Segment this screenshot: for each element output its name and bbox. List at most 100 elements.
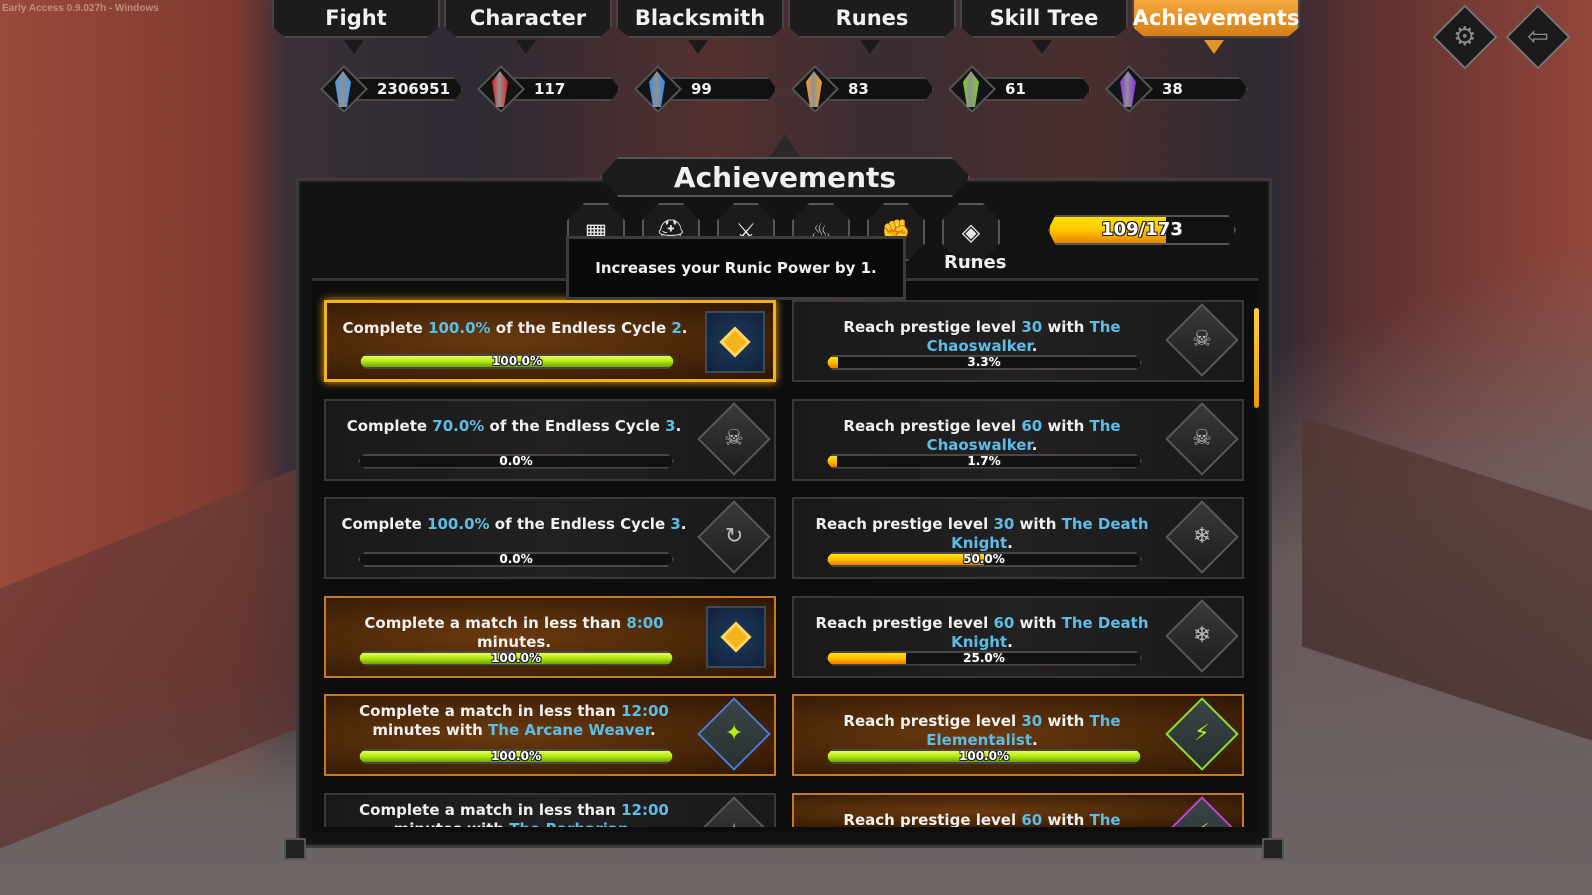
description-text: .	[680, 515, 687, 533]
tab-blacksmith[interactable]: Blacksmith	[616, 0, 784, 38]
tab-character[interactable]: Character	[444, 0, 612, 38]
highlight-text: 100.0%	[427, 515, 490, 533]
title-spike	[768, 134, 802, 160]
achievement-card[interactable]: Reach prestige level 30 with The Chaoswa…	[792, 300, 1244, 382]
description-text: .	[675, 416, 682, 435]
achievement-card[interactable]: Complete a match in less than 8:00 minut…	[324, 595, 776, 678]
currency-red-gem: 117	[476, 64, 625, 114]
highlight-text: 3	[670, 515, 681, 533]
reward-badge: ✶	[697, 795, 771, 827]
description-text: minutes with	[372, 721, 489, 739]
reward-badge: ⚡	[1165, 795, 1239, 827]
progress-text: 3.3%	[967, 355, 1001, 369]
panel-corner	[284, 838, 306, 860]
description-text: with	[1042, 712, 1090, 730]
reward-badge: ❄	[1165, 598, 1239, 673]
panel-title: Achievements	[600, 157, 970, 197]
achievement-card[interactable]: Reach prestige level 60 with The Element…	[792, 792, 1244, 827]
achievement-progress-bar: 0.0%	[358, 552, 674, 567]
tooltip: Increases your Runic Power by 1.	[566, 236, 906, 300]
achievement-progress-bar: 3.3%	[826, 355, 1142, 370]
category-runes-label: Runes	[944, 252, 1007, 273]
description-text: Complete	[341, 515, 428, 533]
achievement-card[interactable]: Complete 100.0% of the Endless Cycle 2. 1…	[324, 300, 776, 382]
progress-text: 0.0%	[499, 552, 533, 566]
achievement-progress-bar: 100.0%	[358, 749, 674, 764]
description-text: .	[1007, 534, 1013, 552]
highlight-text: 60	[993, 613, 1015, 632]
description-text: Complete	[342, 319, 429, 337]
nav-notch-active	[1204, 40, 1224, 54]
achievement-card[interactable]: Complete a match in less than 12:00 minu…	[324, 792, 776, 827]
highlight-text: 60	[1021, 810, 1043, 827]
achievement-card[interactable]: Reach prestige level 60 with The Death K…	[792, 595, 1244, 678]
achievement-description: Complete 100.0% of the Endless Cycle 3.	[336, 515, 692, 534]
highlight-text: 100.0%	[428, 319, 491, 337]
description-text: minutes with	[394, 820, 510, 827]
achievement-progress-bar: 0.0%	[358, 453, 674, 469]
achievement-description: Complete 70.0% of the Endless Cycle 3.	[336, 417, 692, 436]
achievement-card[interactable]: Complete a match in less than 12:00 minu…	[324, 694, 776, 776]
achievement-description: Reach prestige level 30 with The Death K…	[804, 515, 1160, 553]
description-text: Reach prestige level	[815, 515, 994, 533]
description-text: Reach prestige level	[843, 810, 1022, 827]
tab-skill-tree[interactable]: Skill Tree	[960, 0, 1128, 38]
rune-icon: ◈	[961, 218, 981, 246]
snowflake-book-icon: ❄	[1192, 524, 1212, 549]
arcane-star-icon: ✦	[724, 721, 744, 746]
highlight-text: 60	[1021, 416, 1043, 435]
tab-achievements[interactable]: Achievements	[1132, 0, 1300, 38]
currency-blue-crystal: 2306951	[319, 64, 468, 114]
lightning-book-icon: ⚡	[1194, 720, 1210, 746]
gear-icon: ⚙	[1453, 22, 1477, 52]
description-text: with	[1014, 613, 1062, 632]
nav-notch	[516, 40, 536, 54]
chaos-skull-book-icon: ☠	[1192, 326, 1212, 352]
progress-text: 100.0%	[491, 650, 541, 665]
currency-green-gem: 61	[947, 64, 1096, 114]
reward-badge	[706, 605, 766, 668]
tab-runes[interactable]: Runes	[788, 0, 956, 38]
currency-bar: 2306951 117 99 83 61 38	[319, 64, 1253, 114]
achievement-description: Reach prestige level 60 with The Chaoswa…	[804, 417, 1160, 455]
highlight-text: The Arcane Weaver	[488, 721, 650, 739]
cycle-icon: ↻	[724, 524, 744, 549]
achievement-card[interactable]: Complete 70.0% of the Endless Cycle 3. 0.…	[324, 398, 776, 481]
reward-badge: ☠	[697, 401, 771, 476]
chaos-skull-hex-icon: ☠	[1192, 425, 1212, 451]
description-text: Complete a match in less than	[359, 800, 622, 819]
tab-fight[interactable]: Fight	[272, 0, 440, 38]
description-text: .	[629, 820, 635, 827]
description-text: Reach prestige level	[843, 712, 1022, 730]
lightning-hex-icon: ⚡	[1194, 819, 1209, 826]
description-text: with	[1042, 318, 1090, 336]
achievement-card[interactable]: Complete 100.0% of the Endless Cycle 3. 0…	[324, 497, 776, 579]
description-text: of the Endless Cycle	[484, 416, 666, 435]
currency-orange-gem: 83	[790, 64, 939, 114]
exit-button[interactable]: ⇦	[1505, 4, 1571, 70]
description-text: of the Endless Cycle	[490, 319, 672, 337]
rune-diamond-icon	[720, 620, 752, 653]
reward-badge: ☠	[1165, 401, 1239, 476]
achievement-description: Complete 100.0% of the Endless Cycle 2.	[337, 319, 693, 338]
highlight-text: 70.0%	[432, 416, 485, 435]
achievement-description: Reach prestige level 60 with The Element…	[804, 811, 1160, 827]
progress-text: 100.0%	[959, 749, 1009, 763]
achievement-progress-bar: 100.0%	[826, 749, 1142, 764]
progress-text: 0.0%	[499, 453, 533, 468]
achievement-card[interactable]: Reach prestige level 60 with The Chaoswa…	[792, 398, 1244, 481]
achievement-description: Complete a match in less than 8:00 minut…	[336, 614, 692, 652]
achievement-progress-bar: 25.0%	[826, 650, 1142, 666]
snowflake-hex-icon: ❄	[1192, 622, 1212, 648]
total-progress-bar: 109/173	[1048, 215, 1236, 245]
scrollbar-thumb[interactable]	[1254, 308, 1259, 408]
highlight-text: 2	[671, 319, 682, 337]
achievement-progress-bar: 100.0%	[359, 354, 675, 369]
description-text: of the Endless Cycle	[489, 515, 671, 533]
barbarian-icon: ✶	[725, 820, 743, 827]
achievement-card[interactable]: Reach prestige level 30 with The Element…	[792, 694, 1244, 776]
achievement-card[interactable]: Reach prestige level 30 with The Death K…	[792, 497, 1244, 579]
highlight-text: 12:00	[621, 702, 669, 720]
settings-button[interactable]: ⚙	[1432, 4, 1498, 70]
total-progress-text: 109/173	[1101, 219, 1183, 240]
